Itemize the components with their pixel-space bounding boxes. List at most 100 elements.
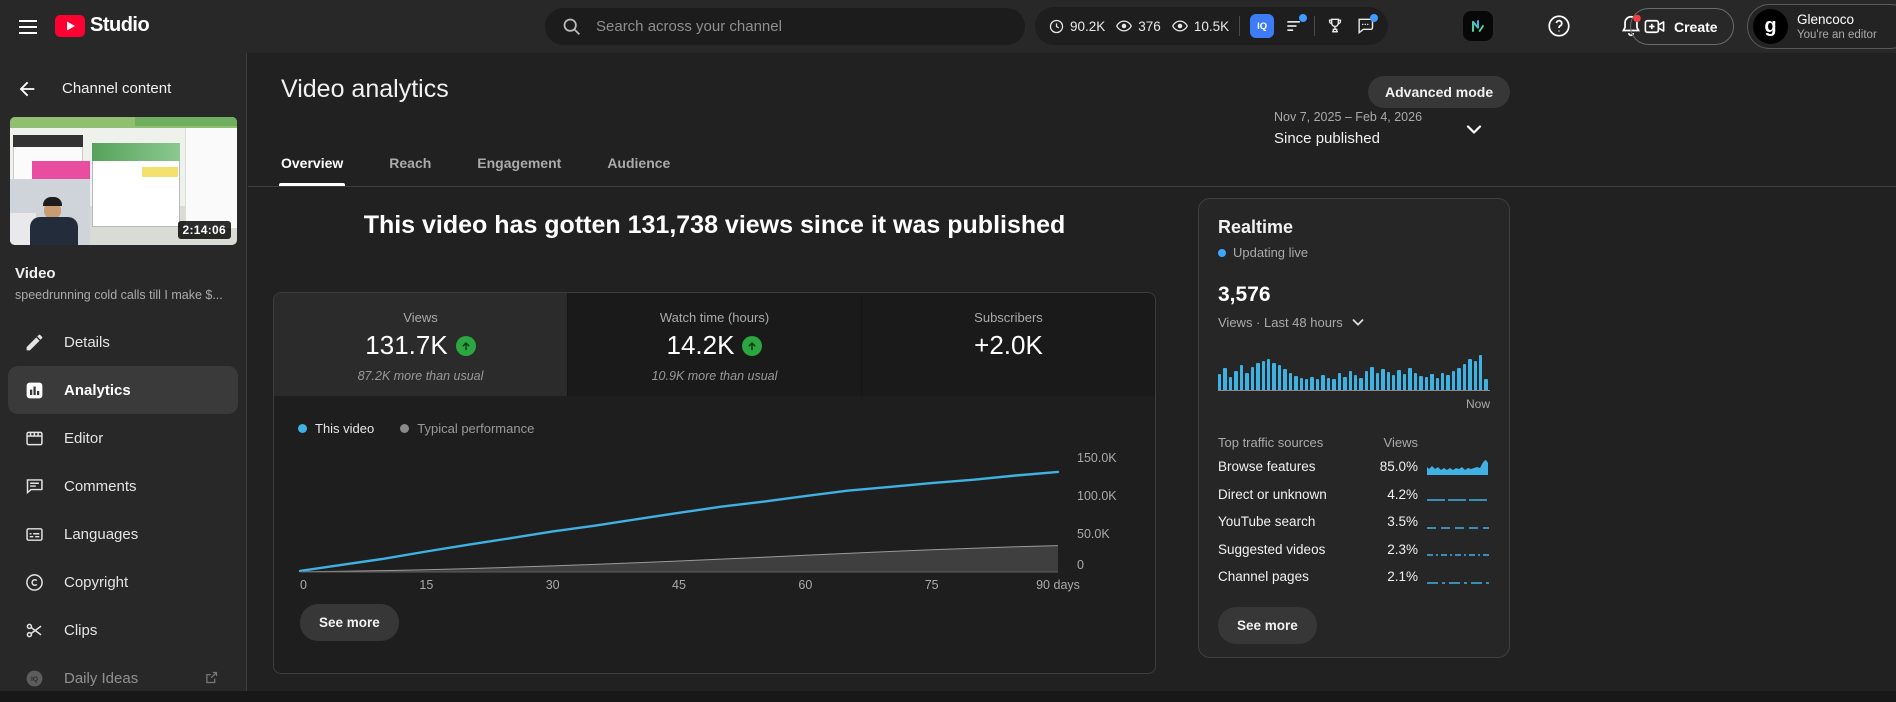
sidebar-item-analytics[interactable]: Analytics [8, 366, 238, 414]
realtime-views-caption-row: Views · Last 48 hours [1218, 313, 1490, 331]
metric-note: 10.9K more than usual [651, 369, 778, 383]
video-thumbnail[interactable]: 2:14:06 [10, 117, 237, 245]
realtime-bar [1440, 373, 1445, 390]
see-more-button[interactable]: See more [300, 604, 399, 641]
traffic-sparkline [1427, 581, 1489, 584]
profile-role: You're an editor [1797, 29, 1877, 41]
traffic-table-header: Top traffic sources Views [1218, 431, 1490, 453]
traffic-sparkline [1427, 499, 1489, 502]
realtime-bar [1402, 374, 1407, 390]
search-input[interactable] [596, 18, 1009, 35]
stat-value: 10.5K [1193, 18, 1230, 34]
extension-stat-views-per-hour[interactable]: 90.2K [1048, 18, 1105, 35]
tab-overview[interactable]: Overview [278, 155, 346, 186]
realtime-bar [1353, 375, 1358, 390]
video-type-label: Video [15, 265, 56, 282]
profile-avatar: g [1753, 9, 1788, 44]
copyright-icon [26, 573, 43, 591]
extension-trophy-button[interactable] [1325, 16, 1345, 36]
realtime-bar-chart [1218, 354, 1490, 391]
traffic-row: Browse features 85.0% [1218, 453, 1490, 481]
date-range: Nov 7, 2025 – Feb 4, 2026 [1274, 110, 1423, 124]
traffic-row: Channel pages 2.1% [1218, 563, 1490, 591]
sidebar-item-label: Comments [64, 477, 137, 495]
thumbnail-art [30, 217, 78, 245]
extension-sort-button[interactable] [1284, 14, 1308, 36]
realtime-bar [1430, 374, 1434, 390]
thumbnail-art [185, 128, 237, 228]
extension-toolbar: 90.2K 376 10.5K IQ [1035, 7, 1389, 45]
traffic-source-value: 2.1% [1387, 569, 1418, 585]
svg-text:150.0K: 150.0K [1077, 451, 1117, 465]
youtube-logo-icon [55, 14, 85, 37]
tab-audience[interactable]: Audience [607, 155, 670, 171]
vidiq-icon[interactable]: IQ [1250, 14, 1275, 38]
thumbnail-art [13, 135, 83, 147]
metric-tab-subscribers[interactable]: Subscribers +2.0K [862, 293, 1155, 396]
sidebar-item-languages[interactable]: Languages [0, 510, 246, 558]
realtime-bar [1446, 375, 1450, 390]
live-dot-icon [1218, 248, 1226, 257]
create-label: Create [1674, 18, 1718, 35]
metric-tab-views[interactable]: Views 131.7K 87.2K more than usual [274, 293, 568, 396]
sidebar-item-details[interactable]: Details [0, 318, 246, 366]
sidebar-nav: Details Analytics Editor Comments Langua… [0, 318, 246, 702]
notification-dot [1299, 14, 1308, 22]
back-button[interactable] [16, 77, 40, 101]
traffic-row: Suggested videos 2.3% [1218, 536, 1490, 564]
realtime-bar [1359, 378, 1363, 390]
svg-text:50.0K: 50.0K [1077, 527, 1110, 541]
realtime-bar [1315, 379, 1320, 390]
profile-chip[interactable]: g Glencoco You're an editor [1747, 4, 1896, 49]
create-button[interactable]: Create [1630, 8, 1734, 45]
svg-text:0: 0 [1077, 558, 1084, 572]
realtime-bar [1332, 379, 1336, 390]
analytics-tabs: Overview Reach Engagement Audience [248, 127, 1896, 187]
sidebar-item-clips[interactable]: Clips [0, 606, 246, 654]
comments-icon [26, 478, 43, 494]
realtime-bar [1484, 379, 1488, 390]
realtime-bar [1375, 373, 1380, 390]
sidebar-item-copyright[interactable]: Copyright [0, 558, 246, 606]
nexlev-extension-icon[interactable] [1463, 11, 1493, 41]
views-line-chart[interactable]: 0 15 30 45 60 75 90 days 150.0K 100.0K 50.0K 0 [298, 444, 1148, 596]
date-range-picker[interactable]: Nov 7, 2025 – Feb 4, 2026 Since publishe… [1274, 110, 1486, 147]
realtime-see-more-button[interactable]: See more [1218, 606, 1317, 644]
traffic-source-value: 85.0% [1379, 459, 1418, 475]
sidebar-item-comments[interactable]: Comments [0, 462, 246, 510]
legend-typical-performance[interactable]: Typical performance [400, 421, 534, 436]
traffic-source-label: Suggested videos [1218, 541, 1326, 557]
advanced-mode-button[interactable]: Advanced mode [1368, 76, 1511, 108]
traffic-header-sources: Top traffic sources [1218, 434, 1324, 450]
help-button[interactable] [1546, 12, 1574, 40]
tab-reach[interactable]: Reach [389, 155, 431, 171]
studio-wordmark: Studio [90, 14, 150, 36]
chevron-down-icon[interactable] [1349, 313, 1367, 331]
hamburger-menu-button[interactable] [16, 13, 44, 41]
realtime-bar [1364, 371, 1369, 390]
thumbnail-art [134, 117, 237, 126]
realtime-views-count: 3,576 [1218, 283, 1271, 306]
realtime-status-label: Updating live [1233, 245, 1309, 260]
extension-chat-button[interactable] [1355, 14, 1379, 36]
extension-stat-realtime[interactable]: 376 [1115, 17, 1161, 35]
trend-up-icon [742, 335, 763, 356]
stat-value: 376 [1138, 18, 1161, 34]
sidebar-item-editor[interactable]: Editor [0, 414, 246, 462]
date-text: Nov 7, 2025 – Feb 4, 2026 Since publishe… [1274, 110, 1422, 147]
legend-this-video[interactable]: This video [298, 421, 374, 436]
youtube-studio-logo[interactable]: Studio [55, 14, 150, 37]
realtime-bar [1266, 359, 1271, 390]
sidebar-item-daily-ideas[interactable]: IQ Daily Ideas [0, 654, 246, 702]
realtime-card: Realtime Updating live 3,576 Views · Las… [1198, 198, 1510, 658]
realtime-bar [1337, 373, 1342, 390]
realtime-bar [1256, 363, 1260, 390]
metric-tab-watch-time[interactable]: Watch time (hours) 14.2K 10.9K more than… [568, 293, 862, 396]
realtime-views-caption: Views · Last 48 hours [1218, 314, 1343, 330]
tab-engagement[interactable]: Engagement [477, 155, 561, 171]
sidebar-item-label: Copyright [64, 573, 129, 591]
metric-tabs: Views 131.7K 87.2K more than usual Watch… [274, 293, 1155, 396]
notification-dot [1370, 14, 1379, 22]
extension-stat-subs[interactable]: 10.5K [1171, 17, 1229, 35]
back-arrow-icon [19, 81, 35, 97]
